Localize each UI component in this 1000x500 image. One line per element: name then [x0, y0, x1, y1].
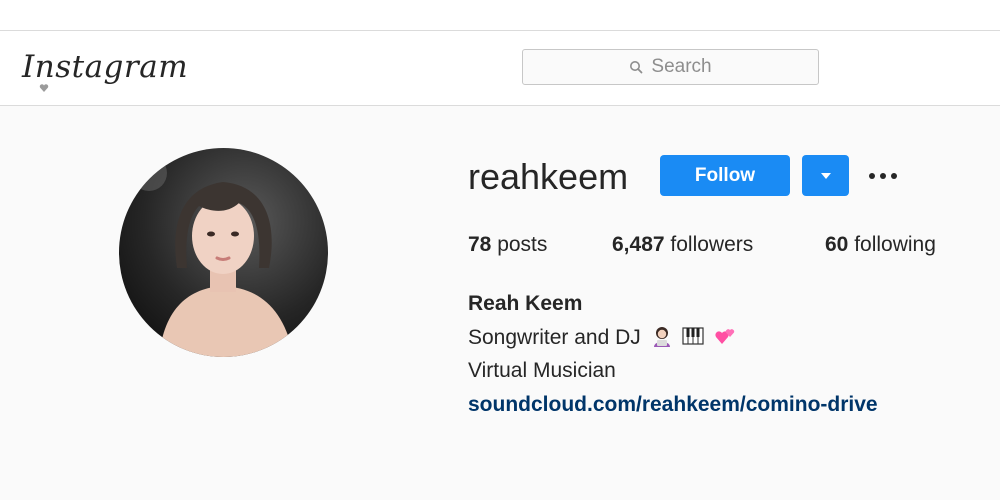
browser-top-strip	[0, 0, 1000, 31]
followers-label: followers	[670, 233, 754, 256]
search-placeholder: Search	[651, 56, 712, 77]
posts-label: posts	[497, 233, 548, 256]
search-icon	[630, 61, 643, 74]
avatar[interactable]	[119, 148, 328, 357]
following-stat[interactable]: 60 following	[825, 230, 936, 260]
followers-count: 6,487	[612, 233, 665, 256]
bio-full-name: Reah Keem	[468, 292, 583, 315]
profile-stats: 78 posts 6,487 followers 60 following	[468, 230, 988, 260]
bio-line-1: Songwriter and DJ	[468, 321, 878, 355]
more-options-icon	[869, 173, 897, 179]
profile-photo	[119, 148, 328, 357]
bio-external-link[interactable]: soundcloud.com/reahkeem/comino-drive	[468, 388, 878, 422]
profile-username: reahkeem	[468, 156, 629, 197]
bio-line-1-text: Songwriter and DJ	[468, 325, 641, 349]
heart-icon	[39, 84, 49, 92]
followers-stat[interactable]: 6,487 followers	[612, 230, 753, 260]
woman-technologist-emoji	[653, 326, 670, 347]
search-input[interactable]: Search	[522, 49, 819, 85]
posts-count: 78	[468, 233, 492, 256]
more-options-button[interactable]	[866, 164, 900, 188]
two-hearts-emoji	[715, 328, 735, 344]
suggested-accounts-button[interactable]	[802, 155, 849, 196]
follow-button[interactable]: Follow	[660, 155, 790, 196]
profile-bio: Reah Keem Songwriter and DJ Virtual Musi…	[468, 287, 878, 421]
caret-down-icon	[820, 172, 831, 179]
posts-stat: 78 posts	[468, 230, 547, 260]
following-label: following	[854, 233, 936, 256]
navbar: Instagram Search	[0, 31, 1000, 106]
bio-line-2: Virtual Musician	[468, 359, 616, 382]
instagram-logo[interactable]: Instagram	[22, 47, 188, 87]
following-count: 60	[825, 233, 849, 256]
piano-emoji	[682, 326, 705, 345]
